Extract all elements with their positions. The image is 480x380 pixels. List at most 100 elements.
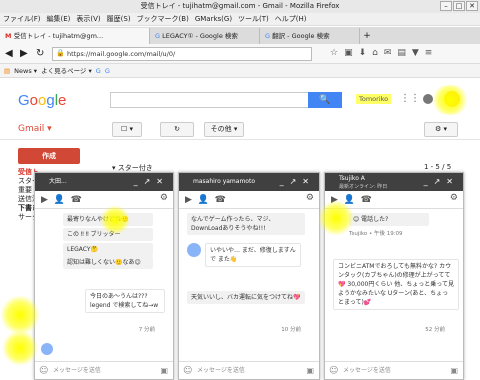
window-title-bar: 受信トレイ - tujihatm@gmail.com - Gmail - Moz… [0,0,480,13]
gear-icon[interactable]: ⚙ [450,193,458,203]
chat-message-input[interactable]: ☺ メッセージを送信 ▣ [179,361,319,379]
menu-history[interactable]: 履歴(S) [104,13,134,26]
chat-timestamp: 52 分前 [425,327,445,333]
redaction-blob [2,330,38,366]
chat-message-meta: Tsujiko • 午後 19:09 [349,231,403,237]
chat-message: 天気いいし、バカ運転に気をつけてね💖 [187,291,305,304]
logo-letter: o [29,92,39,109]
tab-inbox[interactable]: M 受信トレイ - tujihatm@gm... [0,28,150,44]
window-title: 受信トレイ - tujihatm@gmail.com - Gmail - Moz… [140,2,340,10]
search-icon: 🔍 [319,95,331,105]
tab-bar: M 受信トレイ - tujihatm@gm... G LEGACY① - Goo… [0,27,480,44]
phone-icon[interactable]: ☎ [71,195,82,205]
redaction-blob [430,85,470,115]
rss-icon: ▤ [4,66,11,75]
google-icon[interactable]: G [105,64,110,78]
chat-timestamp: 7 分前 [138,327,155,333]
emoji-icon[interactable]: ☺ [183,362,192,380]
chat-window-controls[interactable]: _↗✕ [424,173,459,191]
logo-letter: g [46,92,55,109]
add-person-icon[interactable]: 👤 [54,195,65,205]
forward-icon[interactable]: ▶ [20,48,28,59]
url-input[interactable]: https://mail.google.com/mail/u/0/ [52,47,312,61]
chat-message: なんでゲーム作ったら、マジ、DownLoadありそうやね!!! [187,213,305,235]
video-icon[interactable]: ▶ [41,195,48,205]
chat-window: masahiro yamamoto _↗✕ ▶ 👤 ☎ ⚙ なんでゲーム作ったら… [178,172,320,380]
lock-icon: 🔒 [56,49,65,57]
video-icon[interactable]: ▶ [185,195,192,205]
gear-icon[interactable]: ⚙ [160,193,168,203]
menu-file[interactable]: ファイル(F) [0,13,44,26]
search-button[interactable]: 🔍 [308,92,342,108]
chat-message: 今日のあ〜うんは??? legend で検索してね→w [85,289,165,313]
settings-button[interactable]: ⚙ ▾ [424,122,458,137]
phone-icon[interactable]: ☎ [361,195,372,205]
google-logo[interactable]: Google [18,92,66,109]
chat-toolbar: ▶ 👤 ☎ ⚙ [179,191,319,209]
avatar [41,343,53,355]
tab-translate-search[interactable]: G 翻訳 - Google 検索 [260,28,360,44]
avatar [187,243,201,257]
bookmark-news[interactable]: News ▾ [14,64,37,78]
logo-letter: e [58,92,67,109]
toolbar-icons[interactable]: ☆▣⬇⌂✉▤▼≡ [330,48,438,58]
image-icon[interactable]: ▣ [160,362,168,380]
new-tab-button[interactable]: + [360,31,374,41]
close-button[interactable]: ✕ [466,1,478,11]
chat-window-controls[interactable]: _↗✕ [134,173,169,191]
redaction-blob [318,200,354,236]
gmail-menu-label[interactable]: Gmail ▾ [18,124,52,134]
google-icon[interactable]: G [96,64,101,78]
phone-icon[interactable]: ☎ [215,195,226,205]
compose-button[interactable]: 作成 [18,148,80,164]
menu-tools[interactable]: ツール(T) [235,13,272,26]
chat-message: コンビニATMでおろしても無料かな? カウンタック(カブちゃん)の修理が上がって… [333,259,459,310]
bookmark-frequent[interactable]: よく見るページ ▾ [41,64,92,78]
image-icon[interactable]: ▣ [450,362,458,380]
emoji-icon[interactable]: ☺ [39,362,48,380]
chat-window-controls[interactable]: _↗✕ [280,173,315,191]
chat-toolbar: ▶ 👤 ☎ ⚙ [35,191,173,209]
chat-header[interactable]: 大田... _↗✕ [35,173,173,191]
chat-timestamp: 10 分前 [281,327,301,333]
refresh-button[interactable]: ↻ [160,122,194,137]
maximize-button[interactable]: □ [453,1,465,11]
back-icon[interactable]: ◀ [5,48,13,59]
apps-grid-icon[interactable]: ⋮⋮ [400,93,420,104]
chat-message: 認知は難しくない🙂なあ😊 [63,256,153,269]
chat-header[interactable]: Tsujiko A 最新オンライン: 昨日 _↗✕ [325,173,463,191]
menu-help[interactable]: ヘルプ(H) [272,13,310,26]
menu-bar: ファイル(F) 編集(E) 表示(V) 履歴(S) ブックマーク(B) GMar… [0,13,480,26]
logo-letter: G [18,92,30,109]
add-person-icon[interactable]: 👤 [198,195,209,205]
gear-icon[interactable]: ⚙ [306,193,314,203]
search-input[interactable] [110,92,310,108]
redaction-blob [0,295,40,335]
window-controls: – □ ✕ [440,1,478,11]
gmail-icon: M [5,32,14,40]
chat-window: 大田... _↗✕ ▶ 👤 ☎ ⚙ 最寄りなんやけどね🙂 この ‼ ‼ ブリッタ… [34,172,174,380]
bookmarks-bar: ▤ News ▾ よく見るページ ▾ G G [0,64,480,78]
chat-message: いやいや… まだ、修復しますんで また👋 [205,243,301,267]
chat-message: 😊 電話した? [349,213,429,226]
menu-gmarks[interactable]: GMarks(G) [192,13,235,26]
chat-message-input[interactable]: ☺ メッセージを送信 ▣ [325,361,463,379]
tab-legacy-search[interactable]: G LEGACY① - Google 検索 [150,28,260,44]
more-button[interactable]: その他 ▾ [204,122,244,137]
reload-icon[interactable]: ↻ [36,48,44,59]
chat-header[interactable]: masahiro yamamoto _↗✕ [179,173,319,191]
redaction-blob [100,205,130,235]
user-name[interactable]: Tomoriko [356,94,392,104]
chat-message-input[interactable]: ☺ メッセージを送信 ▣ [35,361,173,379]
menu-bookmarks[interactable]: ブックマーク(B) [134,13,192,26]
select-checkbox[interactable]: ☐ ▾ [112,122,142,137]
image-icon[interactable]: ▣ [306,362,314,380]
menu-view[interactable]: 表示(V) [73,13,103,26]
pager: 1 - 5 / 5 [424,163,452,171]
minimize-button[interactable]: – [440,1,452,11]
menu-edit[interactable]: 編集(E) [44,13,74,26]
chat-message: LEGACY🤔 [63,243,153,256]
chat-contact-name: 大田... [49,178,67,185]
chat-contact-name: masahiro yamamoto [193,178,255,185]
emoji-icon[interactable]: ☺ [329,362,338,380]
